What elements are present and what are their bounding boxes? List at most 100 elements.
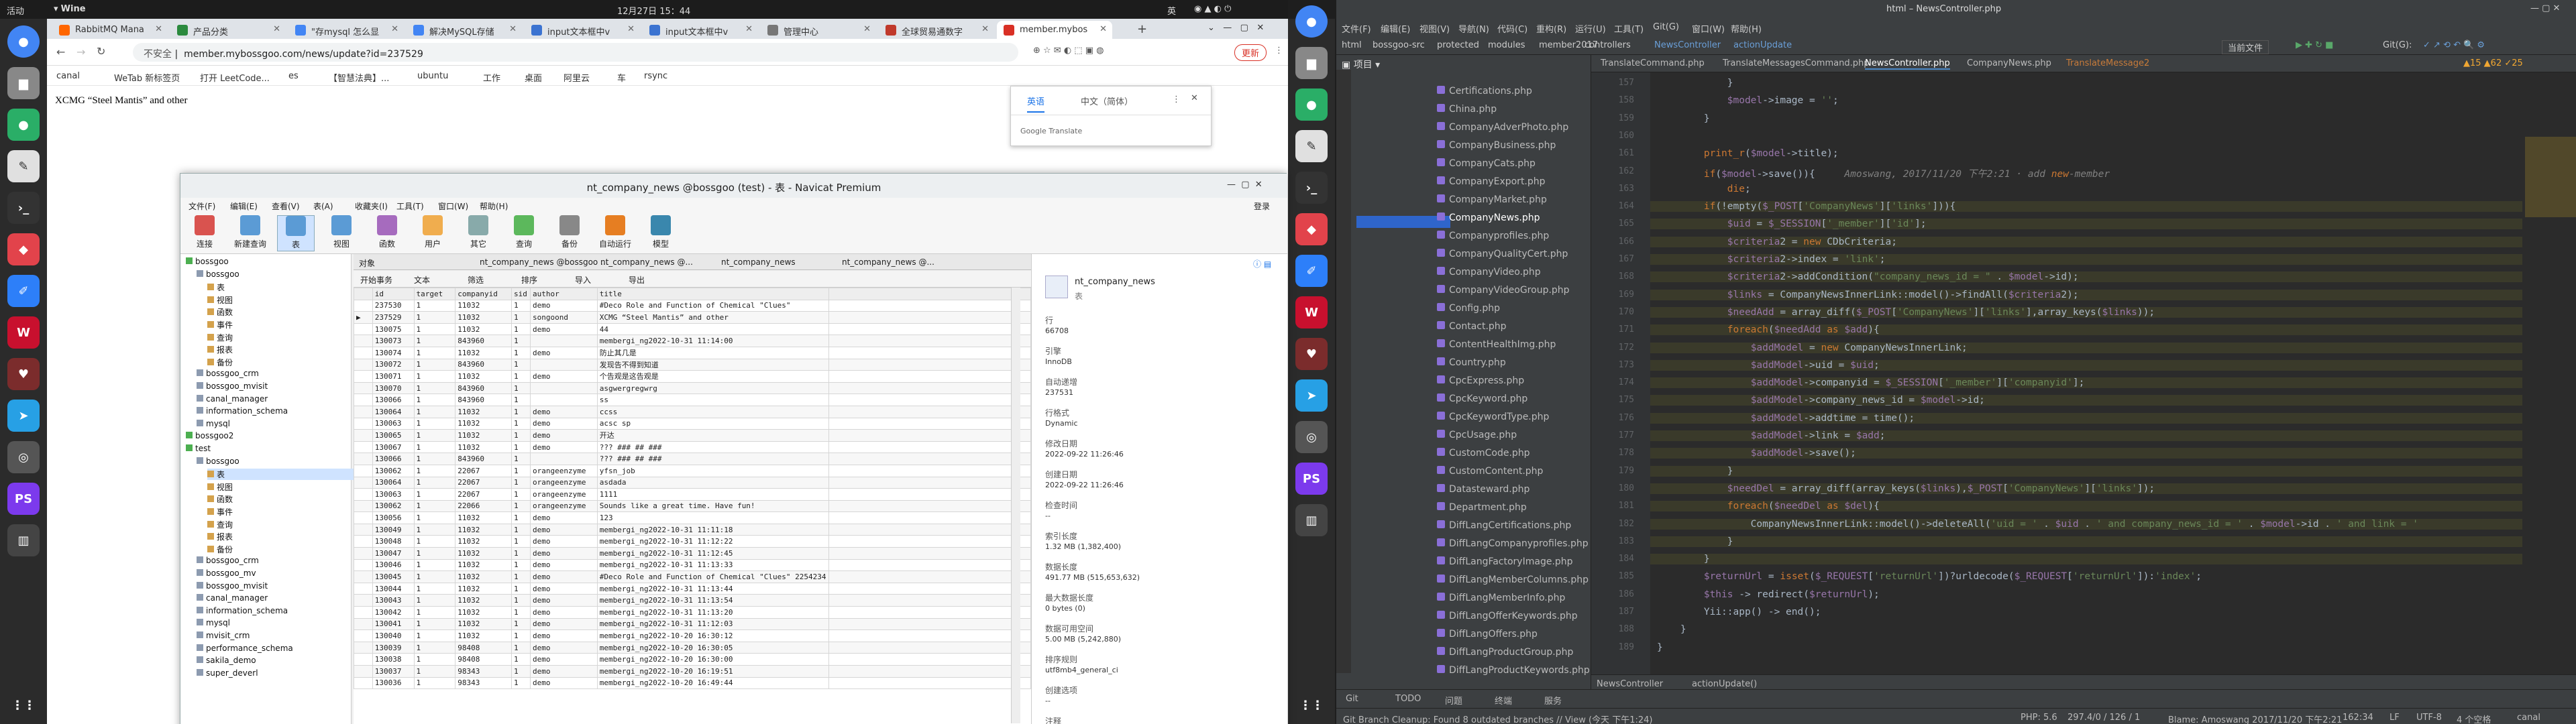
code-line[interactable]: } <box>1650 642 2522 653</box>
table-cell[interactable]: membergi_ng2022-10-31 11:13:44 <box>596 582 829 595</box>
close-icon[interactable]: ✕ <box>981 24 989 34</box>
ide-menu-item[interactable]: 视图(V) <box>1419 22 1450 35</box>
tree-node[interactable]: mvisit_crm <box>197 631 250 640</box>
table-cell[interactable]: 1 <box>511 665 531 678</box>
tool-window-tab[interactable]: 服务 <box>1544 694 1562 707</box>
table-cell[interactable] <box>529 358 598 371</box>
tree-node[interactable]: bossgoo <box>197 269 239 279</box>
table-cell[interactable]: demo <box>529 299 598 312</box>
update-button[interactable]: 更新 <box>1234 44 1267 61</box>
table-cell[interactable]: 1 <box>511 570 531 583</box>
project-file[interactable]: DiffLangOfferKeywords.php <box>1437 611 1578 621</box>
object-tab[interactable]: nt_company_news @... <box>600 257 693 267</box>
table-cell[interactable]: 1 <box>511 641 531 654</box>
table-cell[interactable]: demo <box>529 405 598 418</box>
table-cell[interactable]: 1 <box>511 558 531 572</box>
table-cell[interactable]: 130049 <box>372 523 415 536</box>
code-line[interactable]: $addModel->uid = $uid; <box>1650 359 2522 371</box>
wps-icon[interactable]: W <box>1295 296 1328 328</box>
table-cell[interactable]: orangeenzyme <box>529 499 598 513</box>
code-line[interactable]: if(!empty($_POST['CompanyNews']['links']… <box>1650 201 2522 213</box>
project-file[interactable]: CustomCode.php <box>1437 448 1530 459</box>
table-row[interactable]: 130071 1 11032 1 demo 个告观是这告观是 <box>354 370 1032 383</box>
table-row[interactable]: 130040 1 11032 1 demo membergi_ng2022-10-20 1… <box>354 629 1032 642</box>
code-line[interactable]: $uid = $_SESSION['_member']['id']; <box>1650 219 2522 230</box>
table-cell[interactable]: 1 <box>413 594 456 607</box>
table-cell[interactable]: demo <box>529 370 598 383</box>
breadcrumb-item[interactable]: actionUpdate <box>1733 40 1792 50</box>
table-row[interactable]: 130044 1 11032 1 demo membergi_ng2022-10-31 1… <box>354 582 1032 595</box>
ide-menu-item[interactable]: Git(G) <box>1653 22 1679 32</box>
tree-node[interactable]: mysql <box>197 419 230 428</box>
table-cell[interactable]: 130065 <box>372 429 415 442</box>
table-row[interactable]: 130047 1 11032 1 demo membergi_ng2022-10-31 1… <box>354 547 1032 560</box>
table-cell[interactable]: Sounds like a great time. Have fun! <box>596 499 829 513</box>
code-line[interactable]: } <box>1650 536 2522 547</box>
table-cell[interactable]: 1 <box>511 370 531 383</box>
table-cell[interactable]: 11032 <box>455 558 513 572</box>
table-cell[interactable] <box>529 335 598 347</box>
reload-icon[interactable]: ↻ <box>97 45 105 58</box>
table-cell[interactable]: 130073 <box>372 335 415 347</box>
table-cell[interactable]: 1 <box>413 629 456 642</box>
table-cell[interactable]: 1 <box>511 429 531 442</box>
project-file[interactable]: Datasteward.php <box>1437 484 1529 495</box>
table-cell[interactable]: ss <box>596 394 829 406</box>
system-tray-icons[interactable]: ◉ ▲ ◐ ⏻ <box>1194 4 1231 14</box>
table-cell[interactable]: 1 <box>511 535 531 548</box>
table-cell[interactable]: 1 <box>413 488 456 501</box>
table-cell[interactable]: 98408 <box>455 641 513 654</box>
table-cell[interactable]: 1 <box>511 676 531 690</box>
table-cell[interactable]: demo <box>529 653 598 666</box>
table-cell[interactable]: membergi_ng2022-10-20 16:30:05 <box>596 641 829 654</box>
crumb-class[interactable]: NewsController <box>1597 679 1663 689</box>
code-line[interactable]: } <box>1650 624 2522 635</box>
table-row[interactable]: 130067 1 11032 1 demo??? ### ## ### <box>354 440 1032 454</box>
table-cell[interactable]: 98343 <box>455 676 513 690</box>
table-cell[interactable]: #Deco Role and Function of Chemical "Clu… <box>596 570 829 583</box>
ide-menu-item[interactable]: 编辑(E) <box>1381 22 1410 35</box>
table-row[interactable]: 130045 1 11032 1 demo #Deco Role and Function… <box>354 570 1032 583</box>
editor-tab[interactable]: TranslateCommand.php <box>1601 58 1705 68</box>
tree-node[interactable]: 查询 <box>207 332 233 343</box>
table-row[interactable]: 130049 1 11032 1 demo membergi_ng2022-10-31 1… <box>354 523 1032 536</box>
table-cell[interactable]: 发现告不得到知道 <box>596 358 829 371</box>
table-cell[interactable]: 130046 <box>372 558 415 572</box>
show-apps-icon[interactable]: ⋮⋮ <box>1295 689 1328 721</box>
breadcrumb-item[interactable]: bossgoo-src <box>1373 40 1425 50</box>
table-row[interactable]: 130046 1 11032 1 demo membergi_ng2022-10-31 1… <box>354 558 1032 572</box>
code-line[interactable]: $addModel->company_news_id = $model->id; <box>1650 395 2522 406</box>
run-config-select[interactable]: 当前文件 <box>2222 40 2269 54</box>
menu-item[interactable]: 工具(T) <box>396 200 424 212</box>
tree-node[interactable]: 事件 <box>207 319 233 330</box>
toolbar-button[interactable]: 模型 <box>642 215 680 251</box>
tree-node[interactable]: bossgoo2 <box>186 431 233 440</box>
project-file[interactable]: DiffLangFactoryImage.php <box>1437 556 1573 567</box>
code-line[interactable]: $links = CompanyNewsInnerLink::model()->… <box>1650 289 2522 300</box>
wine-icon[interactable]: ♥ <box>1295 338 1328 370</box>
column-header[interactable]: companyid <box>455 288 513 300</box>
tree-node[interactable]: performance_schema <box>197 644 293 653</box>
wine-icon[interactable]: ♥ <box>7 358 40 390</box>
table-cell[interactable]: 1 <box>511 488 531 501</box>
ide-menu-item[interactable]: 文件(F) <box>1342 22 1371 35</box>
code-line[interactable]: $returnUrl = isset($_REQUEST['returnUrl'… <box>1650 571 2522 582</box>
wechat-icon[interactable]: ● <box>7 109 40 141</box>
toolbar-button[interactable]: 表 <box>277 215 315 251</box>
close-icon[interactable]: ✕ <box>745 24 753 34</box>
table-cell[interactable]: 1 <box>511 629 531 642</box>
bookmark-item[interactable]: 车 <box>617 71 626 84</box>
object-tab[interactable]: 对象 <box>359 257 375 269</box>
table-cell[interactable]: membergi_ng2022-10-20 16:30:12 <box>596 629 829 642</box>
table-cell[interactable]: demo <box>529 594 598 607</box>
terminal-icon[interactable]: ›_ <box>1295 172 1328 204</box>
browser-tab[interactable]: 全球贸易通数字 ✕ <box>879 21 994 39</box>
code-line[interactable]: $model->image = ''; <box>1650 95 2522 106</box>
window-controls[interactable]: — ▢ ✕ <box>2530 3 2560 13</box>
table-row[interactable]: 130062 1 22067 1 orangeenzyme yfsn_job <box>354 464 1032 477</box>
table-cell[interactable]: orangeenzyme <box>529 464 598 477</box>
table-cell[interactable]: 1 <box>413 394 456 406</box>
project-file[interactable]: DiffLangProductKeywords.php <box>1437 665 1590 676</box>
table-row[interactable]: ▶ 237529 1 11032 1 songoond XCMG “Steel Mantis… <box>354 311 1032 324</box>
trash-icon[interactable]: ▥ <box>7 524 40 556</box>
